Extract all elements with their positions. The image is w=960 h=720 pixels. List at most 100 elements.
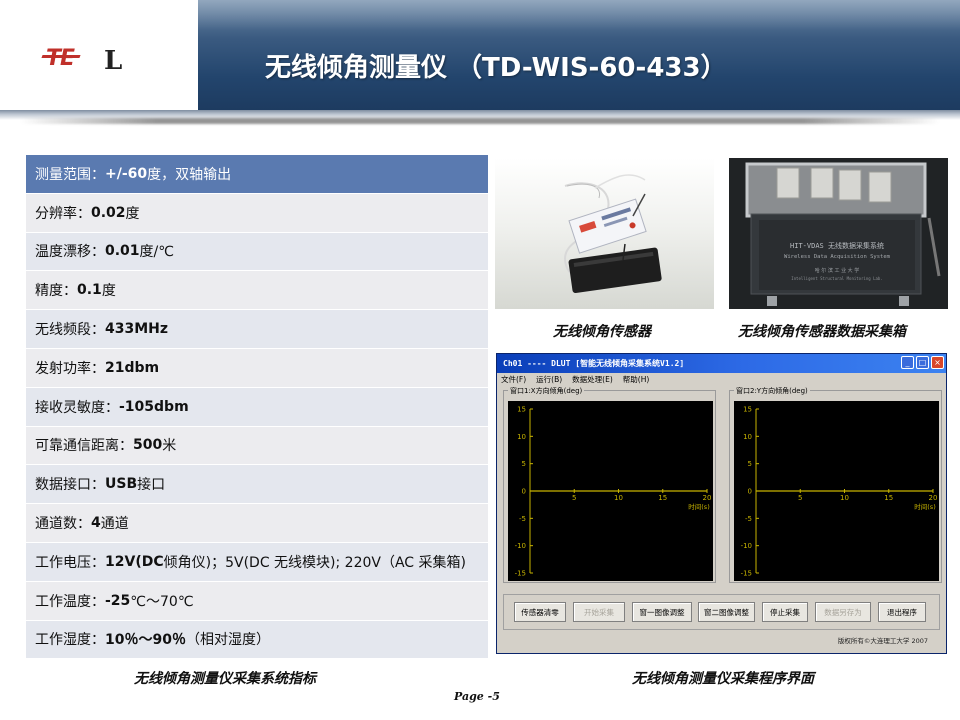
page-number: Page -5 [454,690,500,703]
spec-unit: 倾角仪)；5V(DC 无线模块); 220V（AC 采集箱) [163,554,466,571]
menu-bar: 文件(F) 运行(B) 数据处理(E) 帮助(H) [497,373,946,385]
menu-item[interactable]: 帮助(H) [623,374,650,385]
y-tick-label: 15 [517,406,526,414]
control-button[interactable]: 退出程序 [878,602,926,622]
y-tick-label: -15 [515,570,526,578]
control-button[interactable]: 开始采集 [573,602,625,622]
spec-label: 分辨率： [35,205,91,222]
spec-unit: ℃～70℃ [130,593,194,610]
daq-panel-subtitle: Wireless Data Acquisition System [784,254,891,260]
tilt-y-chart: 15 10 5 0 -5 -10 -15 5 10 15 20时间(s) [734,401,939,581]
spec-row: 发射功率： 21dbm [26,348,488,388]
daq-box-caption: 无线倾角传感器数据采集箱 [738,324,906,340]
x-tick-label: 20 [703,494,712,502]
chart-panel-y: 窗口2:Y方向倾角(deg) 15 10 5 0 -5 -10 -15 5 10 15 20 时间(s… [729,386,942,583]
spec-unit: 米 [162,438,177,455]
spec-label: 测量范围： [35,166,105,183]
y-tick-label: 5 [522,460,526,468]
daq-box-photo: HIT-VDAS 无线数据采集系统 Wireless Data Acquisit… [729,158,948,309]
x-axis-label: 时间(s) [688,502,709,511]
y-tick-label: -10 [741,542,752,550]
x-tick-label: 5 [798,494,802,502]
menu-item[interactable]: 运行(B) [536,374,562,385]
daq-panel-org: 哈 尔 滨 工 业 大 学 [815,267,860,274]
software-caption: 无线倾角测量仪采集程序界面 [632,671,814,687]
control-button[interactable]: 停止采集 [762,602,808,622]
spec-label: 可靠通信距离： [35,438,133,455]
spec-value: 0.01 [105,243,140,260]
x-tick-label: 10 [614,494,623,502]
sensor-photo [495,158,714,309]
spec-value: -25 [105,592,131,609]
software-window: Ch01 ---- DLUT [智能无线倾角采集系统V1.2] _ □ × 文件… [496,353,947,654]
y-tick-label: 15 [743,406,752,414]
chart-panel-y-label: 窗口2:Y方向倾角(deg) [734,386,810,396]
window-titlebar[interactable]: Ch01 ---- DLUT [智能无线倾角采集系统V1.2] _ □ × [497,354,946,373]
y-tick-label: 10 [517,433,526,441]
spec-label: 数据接口： [35,477,105,494]
slide-title: 无线倾角测量仪 （TD-WIS-60-433） [265,53,727,83]
spec-unit: 接口 [137,477,166,494]
y-tick-label: -10 [515,542,526,550]
y-tick-label: 0 [522,488,526,496]
spec-label: 接收灵敏度： [35,399,119,416]
spec-label: 温度漂移： [35,244,105,261]
x-tick-label: 15 [884,494,893,502]
y-tick-label: -5 [745,515,752,523]
x-tick-label: 20 [929,494,938,502]
control-button[interactable]: 数据另存为 [815,602,871,622]
sensor-caption: 无线倾角传感器 [553,324,651,340]
header-shadow [20,118,940,124]
spec-row: 测量范围： +/-60 度，双轴输出 [26,155,488,194]
y-tick-label: 0 [748,488,752,496]
x-tick-label: 10 [840,494,849,502]
y-tick-label: -5 [519,515,526,523]
control-button[interactable]: 窗二图像调整 [698,602,755,622]
chart-panel-x-label: 窗口1:X方向倾角(deg) [508,386,585,396]
spec-unit: 度，双轴输出 [147,166,232,183]
tilt-x-chart: 15 10 5 0 -5 -10 -15 5 10 15 20时间(s) [508,401,713,581]
spec-row: 工作温度： -25 ℃～70℃ [26,581,488,621]
menu-item[interactable]: 数据处理(E) [572,374,613,385]
y-tick-label: 10 [743,433,752,441]
spec-unit: 通道 [100,516,129,533]
spec-row: 接收灵敏度： -105dbm [26,387,488,427]
spec-value: +/-60 [105,165,148,182]
close-icon[interactable]: × [931,356,944,369]
spec-value: 12V(DC [105,553,164,570]
spec-value: 4 [91,515,101,532]
spec-table: 测量范围： +/-60 度，双轴输出 分辨率： 0.02 度温度漂移： 0.01 度/℃ 精度：… [26,155,488,660]
spec-table-caption: 无线倾角测量仪采集系统指标 [134,671,316,687]
daq-panel-org-en: Intelligent Structural Monitoring Lab. [791,276,883,281]
spec-label: 工作温度： [35,593,105,610]
copyright-text: 版权所有©大连理工大学 2007 [837,637,928,645]
y-tick-label: 5 [748,460,752,468]
spec-label: 通道数： [35,516,91,533]
spec-value: 0.1 [77,282,102,299]
spec-unit: 度 [125,205,140,222]
spec-unit: （相对湿度） [185,632,270,649]
spec-row: 可靠通信距离： 500 米 [26,426,488,466]
spec-unit: 度/℃ [139,244,174,261]
spec-unit: 度 [101,283,116,300]
spec-row: 通道数： 4 通道 [26,504,488,543]
x-tick-label: 5 [572,494,576,502]
control-button[interactable]: 窗一图像调整 [632,602,692,622]
spec-row: 工作湿度： 10％～90％ （相对湿度） [26,620,488,660]
logo-area: TE L [0,0,198,112]
control-button-bar: 传感器清零 开始采集 窗一图像调整 窗二图像调整 停止采集 数据另存为 退出程序 [503,594,940,630]
menu-item[interactable]: 文件(F) [501,374,526,385]
maximize-icon[interactable]: □ [916,356,929,369]
y-tick-label: -15 [741,570,752,578]
spec-label: 无线频段： [35,322,105,339]
minimize-icon[interactable]: _ [901,356,914,369]
spec-value: -105dbm [119,398,189,415]
control-button[interactable]: 传感器清零 [514,602,566,622]
daq-panel-title: HIT-VDAS 无线数据采集系统 [790,241,884,250]
spec-label: 工作电压： [35,554,105,571]
window-title: Ch01 ---- DLUT [智能无线倾角采集系统V1.2] [503,359,685,368]
company-logo: TE L [46,46,123,76]
spec-value: USB [105,476,138,493]
spec-value: 0.02 [91,204,126,221]
spec-value: 10％～90％ [105,632,186,649]
